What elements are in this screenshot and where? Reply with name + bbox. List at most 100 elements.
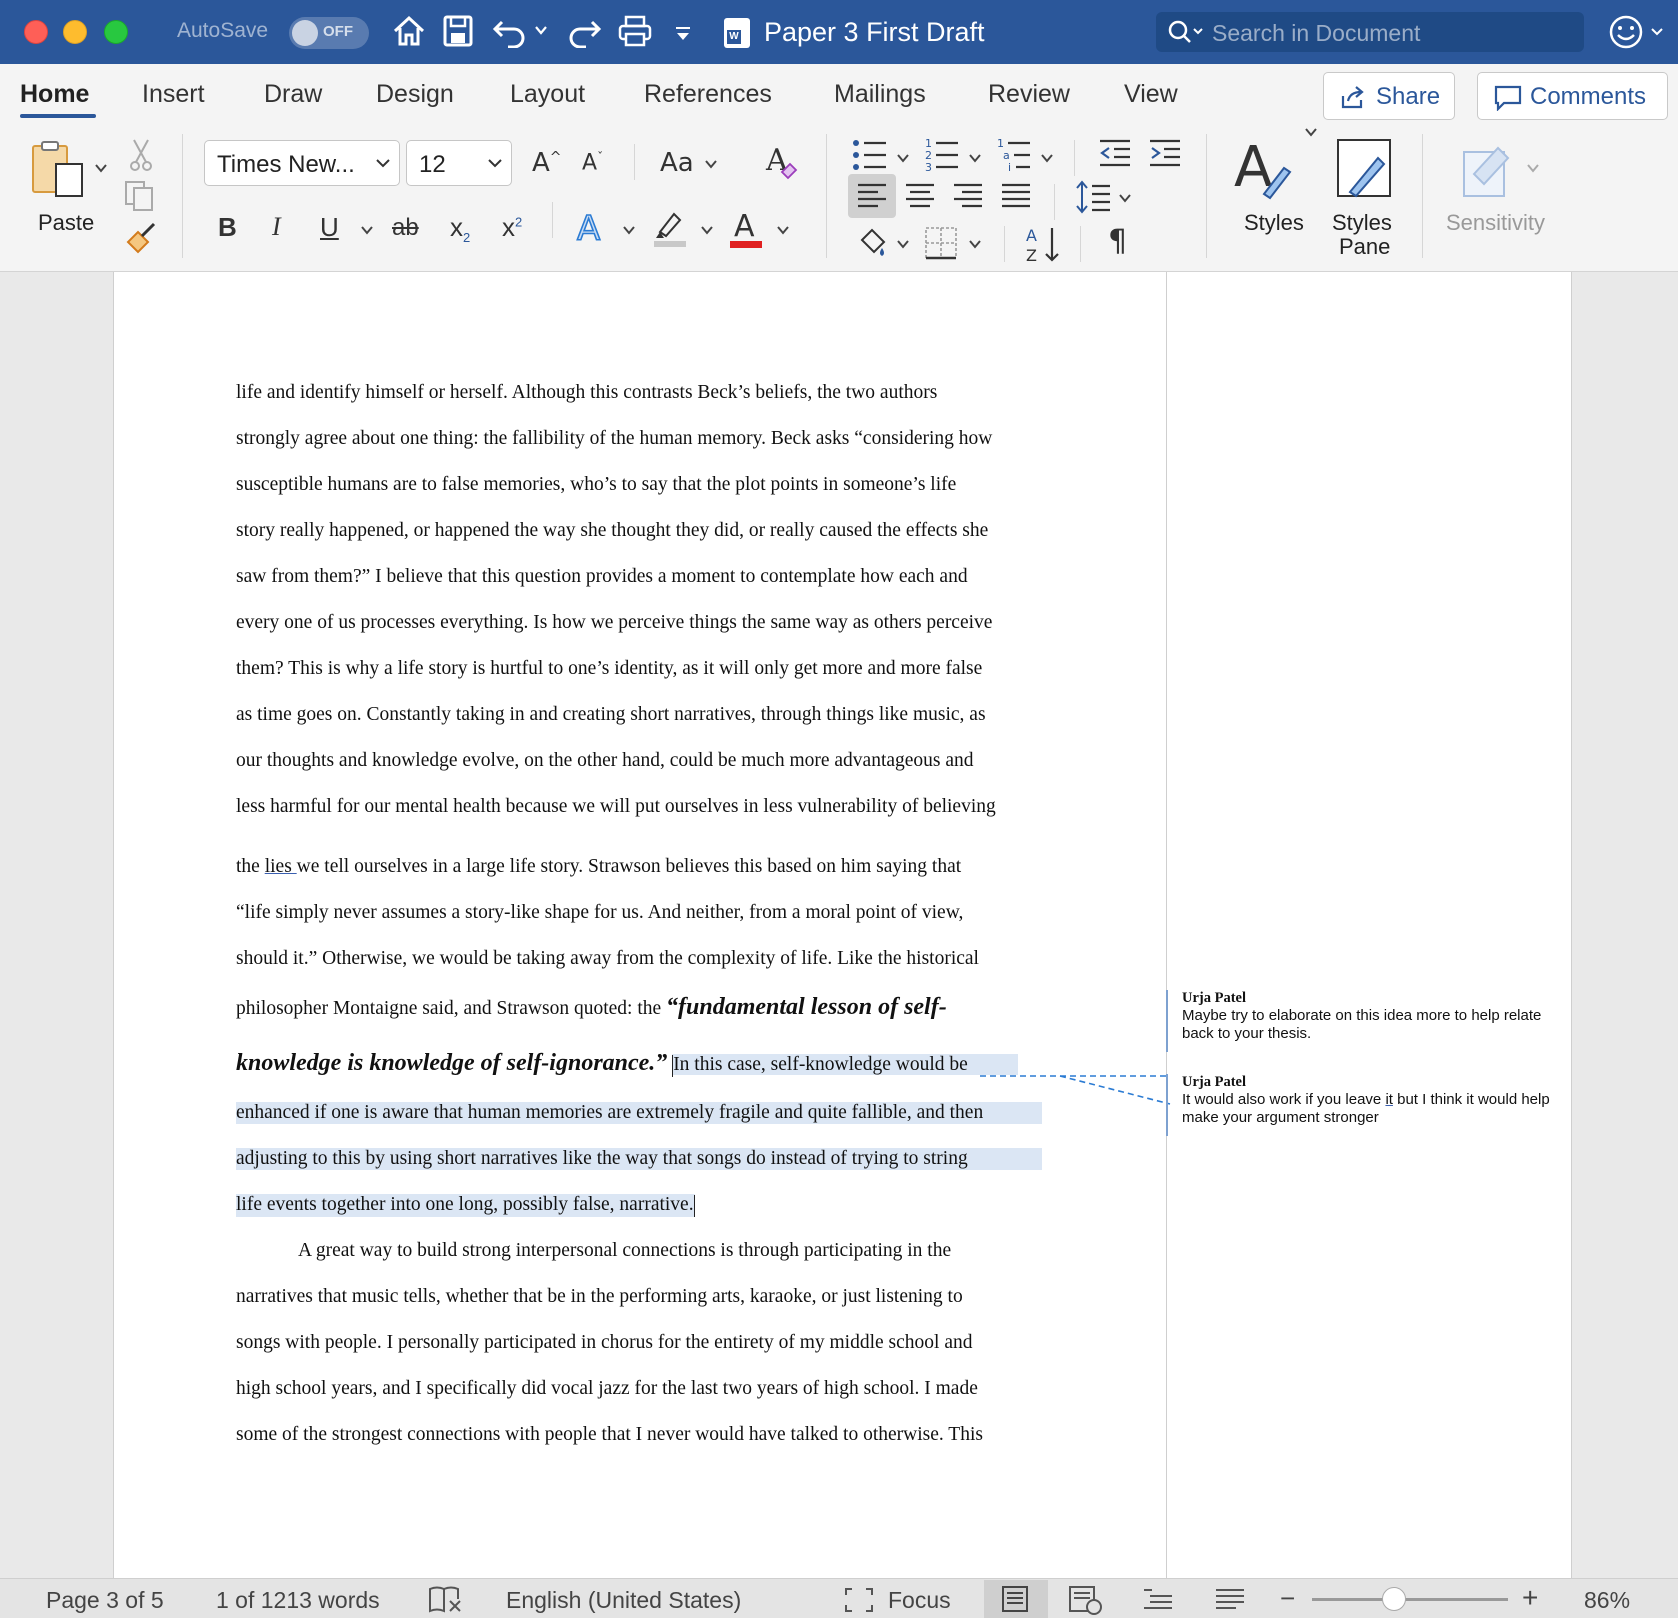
sort-icon[interactable]: A Z	[1024, 224, 1064, 264]
align-left-button[interactable]	[848, 174, 896, 218]
zoom-window-button[interactable]	[104, 20, 128, 44]
commented-text-line[interactable]: enhanced if one is aware that human memo…	[236, 1102, 1042, 1124]
focus-icon[interactable]	[844, 1587, 874, 1613]
format-painter-icon[interactable]	[124, 222, 158, 256]
align-right-icon[interactable]	[952, 182, 984, 210]
font-name-dropdown[interactable]: Times New...	[204, 140, 400, 186]
tab-layout[interactable]: Layout	[510, 80, 585, 109]
minimize-window-button[interactable]	[63, 20, 87, 44]
chevron-down-icon[interactable]	[896, 152, 910, 164]
document-line[interactable]: story really happened, or happened the w…	[236, 520, 988, 542]
chevron-down-icon[interactable]	[622, 224, 636, 236]
search-in-document-field[interactable]: Search in Document	[1156, 12, 1584, 52]
subscript-button[interactable]: x2	[450, 212, 470, 245]
home-icon[interactable]	[392, 14, 426, 48]
multilevel-list-icon[interactable]: 1 a i	[996, 136, 1032, 174]
redo-icon[interactable]	[566, 14, 602, 48]
sensitivity-chevron-icon[interactable]	[1526, 162, 1540, 174]
show-formatting-marks-icon[interactable]: ¶	[1108, 224, 1127, 259]
tab-home[interactable]: Home	[20, 80, 89, 109]
document-line[interactable]: narratives that music tells, whether tha…	[236, 1286, 963, 1308]
language-indicator[interactable]: English (United States)	[506, 1587, 741, 1614]
underline-button[interactable]: U	[320, 212, 339, 243]
document-line[interactable]: susceptible humans are to false memories…	[236, 474, 956, 496]
document-line[interactable]: songs with people. I personally particip…	[236, 1332, 973, 1354]
tab-review[interactable]: Review	[988, 80, 1070, 109]
chevron-down-icon[interactable]	[700, 224, 714, 236]
commented-text[interactable]: In this case, self-knowledge would be	[672, 1054, 1018, 1077]
paste-icon[interactable]	[30, 140, 90, 200]
borders-icon[interactable]	[924, 226, 958, 260]
document-line[interactable]: less harmful for our mental health becau…	[236, 796, 996, 818]
comments-button[interactable]: Comments	[1477, 72, 1668, 120]
save-icon[interactable]	[443, 14, 473, 48]
grow-font-icon[interactable]: A^	[532, 148, 562, 178]
zoom-level[interactable]: 86%	[1584, 1587, 1630, 1614]
comment-1[interactable]: Urja Patel Maybe try to elaborate on thi…	[1166, 990, 1566, 1052]
document-line[interactable]: strongly agree about one thing: the fall…	[236, 428, 992, 450]
copy-icon[interactable]	[124, 180, 156, 212]
cut-icon[interactable]	[128, 138, 154, 172]
highlighter-icon[interactable]	[652, 208, 688, 248]
shrink-font-icon[interactable]: Aˇ	[582, 150, 603, 175]
autosave-toggle[interactable]: OFF	[289, 17, 369, 49]
chevron-down-icon[interactable]	[1118, 192, 1132, 204]
tab-mailings[interactable]: Mailings	[834, 80, 926, 109]
align-center-icon[interactable]	[904, 182, 936, 210]
focus-label[interactable]: Focus	[888, 1587, 951, 1614]
web-layout-icon[interactable]	[1068, 1585, 1104, 1615]
document-line[interactable]: some of the strongest connections with p…	[236, 1424, 983, 1446]
document-area[interactable]: life and identify himself or herself. Al…	[0, 272, 1678, 1578]
zoom-out-button[interactable]: −	[1280, 1583, 1295, 1614]
italic-button[interactable]: I	[272, 212, 281, 242]
document-line[interactable]: as time goes on. Constantly taking in an…	[236, 704, 986, 726]
document-line-quote-end[interactable]: knowledge is knowledge of self-ignorance…	[236, 1050, 1018, 1077]
commented-text-line[interactable]: adjusting to this by using short narrati…	[236, 1148, 1042, 1170]
shading-icon[interactable]	[856, 226, 890, 260]
chevron-down-icon[interactable]	[776, 224, 790, 236]
chevron-down-icon[interactable]	[1040, 152, 1054, 164]
document-line[interactable]: “life simply never assumes a story-like …	[236, 902, 963, 924]
paste-options-chevron-icon[interactable]	[94, 162, 108, 174]
document-line[interactable]: should it.” Otherwise, we would be takin…	[236, 948, 979, 970]
tab-insert[interactable]: Insert	[142, 80, 205, 109]
numbering-icon[interactable]: 1 2 3	[924, 136, 960, 174]
justify-icon[interactable]	[1000, 182, 1032, 210]
commented-text-line[interactable]: life events together into one long, poss…	[236, 1194, 695, 1217]
document-line-quote-start[interactable]: philosopher Montaigne said, and Strawson…	[236, 994, 947, 1021]
bullets-icon[interactable]	[852, 138, 888, 172]
undo-icon[interactable]	[492, 14, 528, 48]
strikethrough-button[interactable]: ab	[392, 214, 419, 242]
styles-pane-icon[interactable]	[1334, 138, 1394, 200]
document-line[interactable]: saw from them?” I believe that this ques…	[236, 566, 968, 588]
document-line[interactable]: them? This is why a life story is hurtfu…	[236, 658, 982, 680]
decrease-indent-icon[interactable]	[1098, 138, 1132, 168]
tab-draw[interactable]: Draw	[264, 80, 322, 109]
print-icon[interactable]	[618, 14, 652, 48]
comment-2[interactable]: Urja Patel It would also work if you lea…	[1166, 1074, 1566, 1136]
document-line[interactable]: life and identify himself or herself. Al…	[236, 382, 937, 404]
increase-indent-icon[interactable]	[1148, 138, 1182, 168]
chevron-down-icon[interactable]	[968, 238, 982, 250]
change-case-button[interactable]: Aa	[660, 148, 694, 178]
zoom-in-button[interactable]: +	[1522, 1582, 1538, 1614]
outline-view-icon[interactable]	[1142, 1587, 1174, 1613]
draft-view-icon[interactable]	[1214, 1587, 1246, 1613]
tab-view[interactable]: View	[1124, 80, 1178, 109]
document-line[interactable]: our thoughts and knowledge evolve, on th…	[236, 750, 974, 772]
document-line-lies[interactable]: the lies we tell ourselves in a large li…	[236, 856, 961, 878]
word-count[interactable]: 1 of 1213 words	[216, 1587, 380, 1614]
bold-button[interactable]: B	[218, 212, 237, 243]
chevron-down-icon[interactable]	[896, 238, 910, 250]
chevron-down-icon[interactable]	[968, 152, 982, 164]
sensitivity-icon[interactable]	[1460, 138, 1516, 198]
font-color-icon[interactable]: A	[728, 208, 764, 250]
feedback-smiley-icon[interactable]	[1608, 14, 1670, 50]
styles-icon[interactable]: A	[1234, 138, 1294, 200]
zoom-slider-track[interactable]	[1312, 1598, 1508, 1601]
styles-chevron-icon[interactable]	[1304, 126, 1318, 138]
undo-dropdown-chevron-icon[interactable]	[534, 24, 548, 36]
close-window-button[interactable]	[24, 20, 48, 44]
document-line[interactable]: every one of us processes everything. Is…	[236, 612, 992, 634]
customize-toolbar-icon[interactable]	[674, 26, 692, 42]
